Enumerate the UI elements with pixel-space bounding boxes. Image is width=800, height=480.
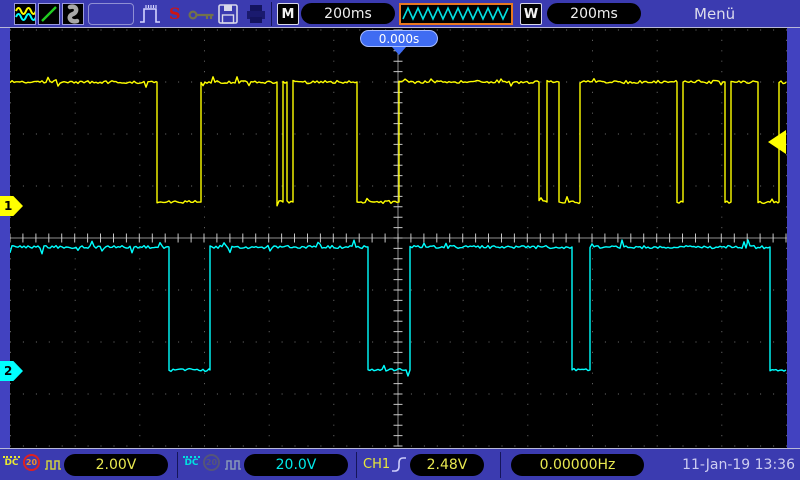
datetime-label: 11-Jan-19 13:36 — [682, 457, 795, 473]
trigger-position-badge[interactable]: 0.000s — [360, 30, 438, 47]
trigger-level-value[interactable]: 2.48V — [410, 454, 484, 476]
rising-edge-icon — [391, 455, 407, 478]
ch2-coupling-icon: DC — [183, 454, 200, 468]
ch2-scale-value[interactable]: 20.0V — [244, 454, 348, 476]
right-strip — [787, 28, 800, 448]
pulse-icon — [138, 3, 164, 29]
trigger-source-label: CH1 — [363, 457, 391, 472]
statusbar-separator — [177, 452, 178, 478]
window-preview-icon[interactable] — [399, 3, 513, 25]
save-floppy-icon[interactable] — [217, 3, 239, 29]
channel-waveforms-icon[interactable] — [14, 3, 36, 25]
left-strip — [0, 28, 10, 448]
ch1-squarewave-icon — [44, 457, 62, 476]
waveform-display: 0.000s 1 2 — [0, 28, 800, 448]
oscilloscope-screen: S M 200ms W 200ms Menü 0.000s 1 2 DC 20 … — [0, 0, 800, 480]
status-bar: DC 20 2.00V DC 20 20.0V CH1 2.48V 0.0000… — [0, 448, 800, 480]
window-timebase-button[interactable]: W — [520, 3, 542, 25]
statusbar-separator — [500, 452, 501, 478]
menu-label[interactable]: Menü — [694, 3, 735, 25]
key-icon — [188, 7, 216, 26]
ch2-probe-badge: 20 — [203, 454, 220, 471]
main-timebase-value[interactable]: 200ms — [301, 3, 395, 24]
ch1-probe-badge: 20 — [23, 454, 40, 471]
statusbar-separator — [356, 452, 357, 478]
s-indicator: S — [169, 4, 181, 23]
mask-icon[interactable] — [62, 3, 84, 25]
trigger-position-pointer[interactable] — [392, 47, 406, 55]
ch1-coupling-icon: DC — [3, 454, 20, 468]
ch2-squarewave-icon — [224, 457, 242, 476]
draw-line-icon[interactable] — [38, 3, 60, 25]
toolbar-separator — [271, 2, 272, 26]
top-toolbar: S M 200ms W 200ms Menü — [0, 0, 800, 28]
window-timebase-value[interactable]: 200ms — [547, 3, 641, 24]
ch1-coupling-label: DC — [4, 458, 19, 468]
main-timebase-button[interactable]: M — [277, 3, 299, 25]
graticule-and-traces — [9, 29, 787, 447]
printer-icon — [244, 3, 268, 29]
blank-slot[interactable] — [88, 3, 134, 25]
frequency-counter: 0.00000Hz — [511, 454, 644, 476]
ch2-coupling-label: DC — [184, 458, 199, 468]
ch1-scale-value[interactable]: 2.00V — [64, 454, 168, 476]
